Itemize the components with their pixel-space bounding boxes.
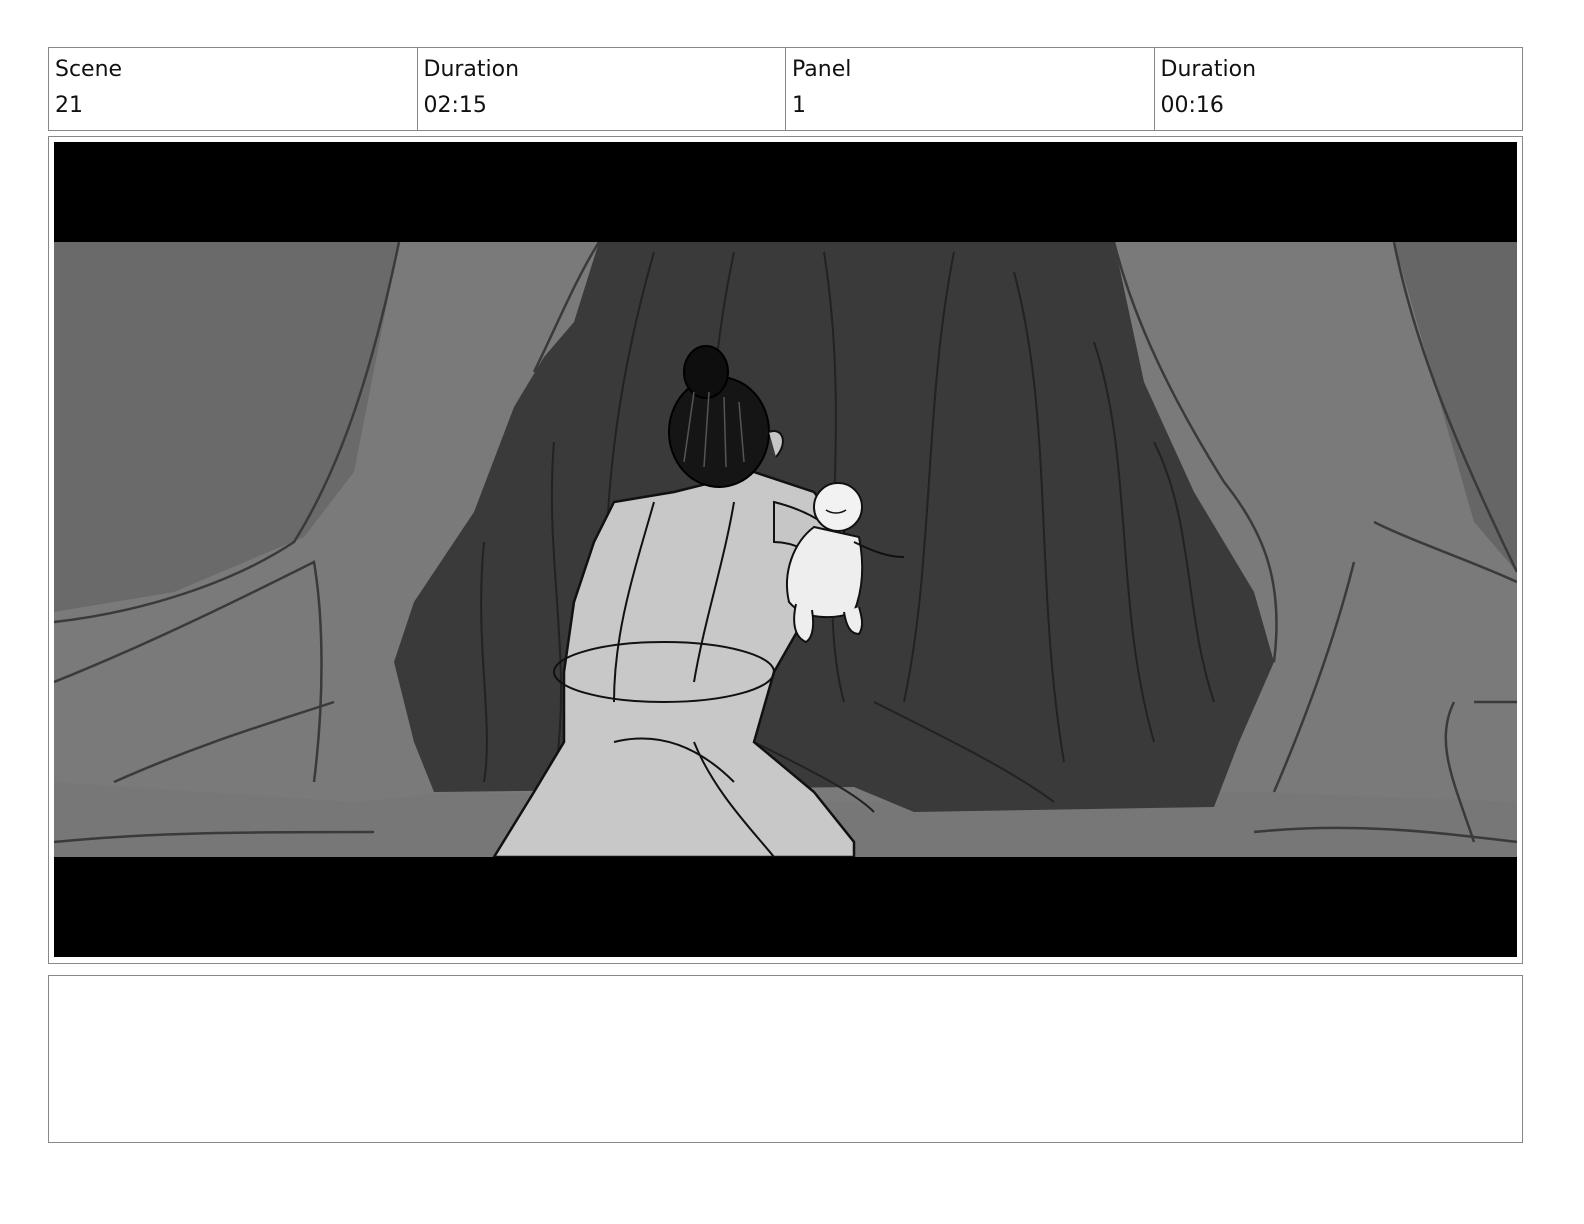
child-head [813,482,863,532]
panel-duration-value: 00:16 [1160,93,1224,118]
panel-cell: Panel 1 [786,48,1155,130]
scene-label: Scene [55,57,123,82]
scene-cell: Scene 21 [49,48,418,130]
panel-notes-box [48,975,1523,1143]
letterbox-top [54,142,1517,242]
storyboard-panel-drawing [54,142,1517,957]
panel-number: 1 [792,93,806,118]
letterbox-bottom [54,857,1517,957]
scene-number: 21 [55,93,83,118]
storyboard-panel-frame [48,136,1523,964]
scene-duration-cell: Duration 02:15 [418,48,786,130]
panel-duration-label: Duration [1160,57,1257,82]
scene-duration-value: 02:15 [423,93,487,118]
scene-duration-label: Duration [423,57,520,82]
panel-label: Panel [792,57,852,82]
storyboard-header: Scene 21 Duration 02:15 Panel 1 Duration… [48,47,1523,131]
figure-hair-bun [683,345,729,399]
panel-duration-cell: Duration 00:16 [1155,48,1523,130]
